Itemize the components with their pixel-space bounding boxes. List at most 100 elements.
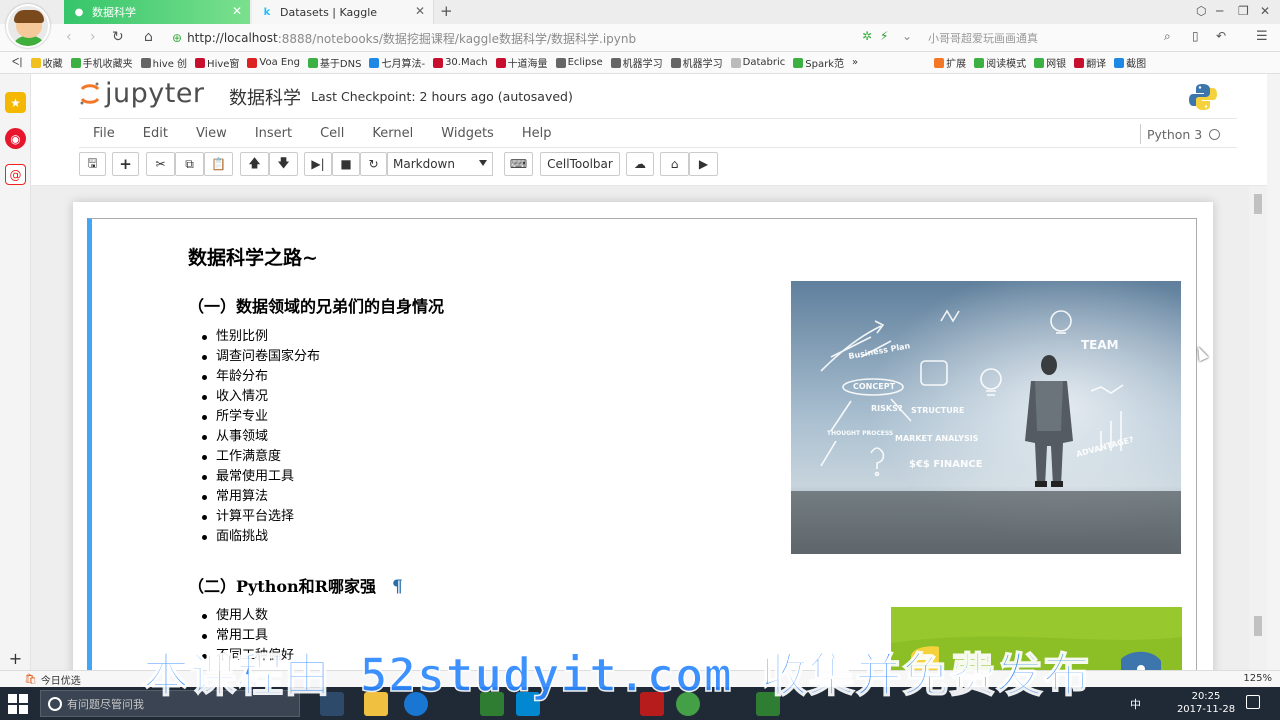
back-icon[interactable]: ‹ — [66, 29, 72, 45]
scrollbar-thumb[interactable] — [1254, 194, 1262, 214]
ime-indicator[interactable]: 中 — [1130, 696, 1141, 712]
lightning-icon[interactable]: ⚡ — [880, 29, 888, 43]
url-input[interactable]: ⊕ http://localhost:8888/notebooks/数据挖掘课程… — [172, 27, 918, 49]
menu-icon[interactable]: ☰ — [1256, 29, 1268, 44]
tab-kaggle[interactable]: k Datasets | Kaggle ✕ — [252, 0, 434, 24]
notebook-title[interactable]: 数据科学 — [229, 84, 301, 110]
user-avatar[interactable] — [6, 4, 50, 48]
upload-button[interactable]: ☁ — [626, 152, 654, 176]
menu-widgets[interactable]: Widgets — [427, 126, 508, 141]
stop-icon: ■ — [340, 157, 352, 171]
mail-icon[interactable]: @ — [5, 164, 26, 185]
zoom-level[interactable]: 125% — [1243, 673, 1272, 684]
image-label: RISKS? — [871, 404, 903, 413]
copy-icon: ⧉ — [185, 156, 194, 171]
menu-help[interactable]: Help — [508, 126, 566, 141]
anchor-link[interactable]: ¶ — [392, 577, 403, 597]
bookmark-item[interactable]: 机器学习 — [670, 55, 723, 70]
jupyter-logo-icon — [80, 82, 100, 104]
forward-icon[interactable]: › — [90, 29, 96, 45]
bookmark-item[interactable]: Eclipse — [555, 57, 603, 68]
toolbar-item[interactable]: 翻译 — [1074, 55, 1106, 70]
list-item: 最常使用工具 — [188, 467, 320, 487]
bookmark-item[interactable]: Spark范 — [793, 55, 844, 70]
run-button[interactable]: ▶| — [304, 152, 332, 176]
home-icon[interactable]: ⌂ — [144, 29, 153, 45]
bookmark-item[interactable]: 30.Mach — [433, 57, 488, 68]
close-tab-icon[interactable]: ✕ — [415, 4, 425, 18]
gift-button[interactable]: ⌂ — [660, 152, 689, 176]
celltoolbar-button[interactable]: CellToolbar — [540, 152, 620, 176]
dropdown-icon[interactable]: ⌄ — [902, 29, 912, 43]
arrow-down-icon: 🡇 — [277, 155, 290, 170]
save-button[interactable]: 🖫 — [79, 152, 106, 176]
menu-cell[interactable]: Cell — [306, 126, 358, 141]
menu-file[interactable]: File — [79, 126, 129, 141]
interrupt-button[interactable]: ■ — [332, 152, 360, 176]
phone-icon[interactable]: ▯ — [1192, 29, 1199, 43]
windows-start-icon[interactable] — [8, 694, 28, 714]
scrollbar-thumb-lower[interactable] — [1254, 616, 1262, 636]
list-item: 面临挑战 — [188, 527, 320, 547]
clock-time: 20:25 — [1191, 691, 1221, 702]
move-up-button[interactable]: 🡅 — [240, 152, 269, 176]
rendered-markdown: 数据科学之路~ （一）数据领域的兄弟们的自身情况 性别比例 调查问卷国家分布 年… — [188, 219, 1188, 670]
markdown-cell[interactable]: 数据科学之路~ （一）数据领域的兄弟们的自身情况 性别比例 调查问卷国家分布 年… — [87, 218, 1197, 670]
search-icon[interactable]: ⌕ — [1164, 29, 1171, 44]
clock-date: 2017-11-28 — [1176, 704, 1236, 715]
restart-button[interactable]: ↻ — [360, 152, 387, 176]
tab-notebook[interactable]: ● 数据科学 ✕ — [64, 0, 250, 24]
menu-view[interactable]: View — [182, 126, 241, 141]
jupyter-logo[interactable]: jupyter — [79, 78, 205, 109]
bookmark-item[interactable]: Voa Eng — [247, 57, 300, 68]
toolbar-item[interactable]: 截图 — [1114, 55, 1146, 70]
notification-icon[interactable] — [1246, 695, 1260, 709]
paste-button[interactable]: 📋 — [204, 152, 233, 176]
daily-picks-label[interactable]: 今日优选 — [41, 672, 81, 687]
skin-icon[interactable]: ⬡ — [1196, 4, 1206, 18]
bookmark-item[interactable]: 七月算法- — [369, 55, 425, 70]
toolbar-item[interactable]: 扩展 — [934, 55, 966, 70]
menu-kernel[interactable]: Kernel — [358, 126, 427, 141]
move-down-button[interactable]: 🡇 — [269, 152, 298, 176]
cell-type-select[interactable]: Markdown — [387, 152, 493, 176]
favorites-icon[interactable]: ★ — [5, 92, 26, 113]
bookmark-item[interactable]: 手机收藏夹 — [70, 55, 133, 70]
bookmark-item[interactable]: 收藏 — [30, 55, 63, 70]
notebook-scroll-area[interactable]: 数据科学之路~ （一）数据领域的兄弟们的自身情况 性别比例 调查问卷国家分布 年… — [31, 186, 1267, 670]
cut-button[interactable]: ✂ — [146, 152, 175, 176]
copy-button[interactable]: ⧉ — [175, 152, 204, 176]
extension-icon[interactable]: ✲ — [862, 29, 872, 43]
close-window-icon[interactable]: ✕ — [1260, 4, 1270, 18]
more-bookmarks-icon[interactable]: » — [852, 57, 858, 68]
search-placeholder: 有问题尽管问我 — [67, 697, 144, 711]
toolbar-item[interactable]: 阅读模式 — [974, 55, 1026, 70]
command-palette-button[interactable]: ⌨ — [504, 152, 533, 176]
kernel-indicator[interactable]: Python 3 — [1140, 124, 1221, 144]
maximize-icon[interactable]: ❐ — [1238, 4, 1249, 18]
toolbar-item[interactable]: 网银 — [1034, 55, 1066, 70]
bookmark-toggle-icon[interactable]: ᐸ| — [12, 57, 23, 68]
menu-insert[interactable]: Insert — [241, 126, 306, 141]
search-input[interactable]: 小哥哥超爱玩画画通真 — [924, 27, 1164, 49]
bookmark-item[interactable]: hive 创 — [140, 55, 187, 70]
list-item: 年龄分布 — [188, 367, 320, 387]
bookmark-item[interactable]: 基于DNS — [307, 55, 361, 70]
system-clock[interactable]: 20:25 2017-11-28 — [1176, 690, 1236, 716]
close-tab-icon[interactable]: ✕ — [232, 4, 242, 18]
vertical-scrollbar[interactable] — [1249, 186, 1267, 670]
weibo-icon[interactable]: ◉ — [5, 128, 26, 149]
bookmark-item[interactable]: Hive窗 — [195, 55, 239, 70]
bookmark-item[interactable]: Databric — [730, 57, 785, 68]
bookmark-item[interactable]: 十道海量 — [495, 55, 548, 70]
new-tab-button[interactable]: + — [440, 2, 453, 20]
jupyter-tab-icon: ● — [74, 6, 84, 18]
youtube-button[interactable]: ▶ — [689, 152, 718, 176]
insert-cell-button[interactable]: + — [112, 152, 139, 176]
undo-icon[interactable]: ↶ — [1216, 29, 1226, 43]
reload-icon[interactable]: ↻ — [112, 29, 124, 45]
minimize-icon[interactable]: ─ — [1216, 4, 1223, 18]
add-sidebar-icon[interactable]: + — [5, 648, 26, 669]
bookmark-item[interactable]: 机器学习 — [610, 55, 663, 70]
menu-edit[interactable]: Edit — [129, 126, 182, 141]
